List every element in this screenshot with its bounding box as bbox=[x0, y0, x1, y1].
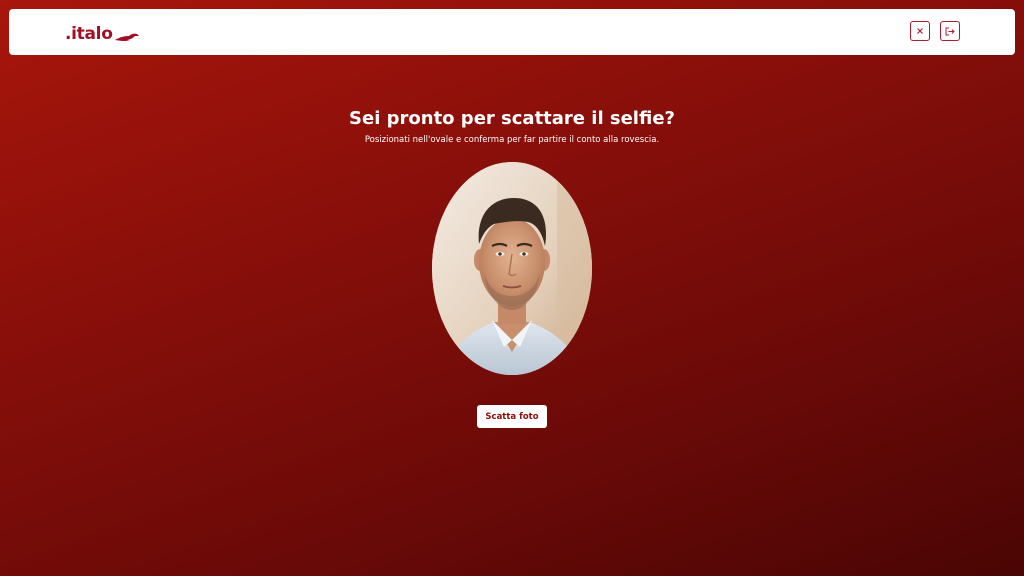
page-title: Sei pronto per scattare il selfie? bbox=[349, 108, 675, 129]
logo-text: .italo bbox=[65, 24, 113, 44]
logo-hare-icon bbox=[114, 33, 139, 41]
top-bar: .italo bbox=[9, 9, 1015, 55]
selfie-oval-preview bbox=[432, 162, 592, 375]
face-preview-image bbox=[432, 162, 592, 375]
close-icon bbox=[917, 28, 923, 34]
take-photo-button[interactable]: Scatta foto bbox=[477, 405, 547, 428]
logout-button[interactable] bbox=[940, 21, 960, 41]
page-subtitle: Posizionati nell'ovale e conferma per fa… bbox=[364, 135, 660, 145]
italo-logo: .italo bbox=[65, 22, 140, 44]
logout-icon bbox=[945, 27, 955, 35]
close-button[interactable] bbox=[910, 21, 930, 41]
